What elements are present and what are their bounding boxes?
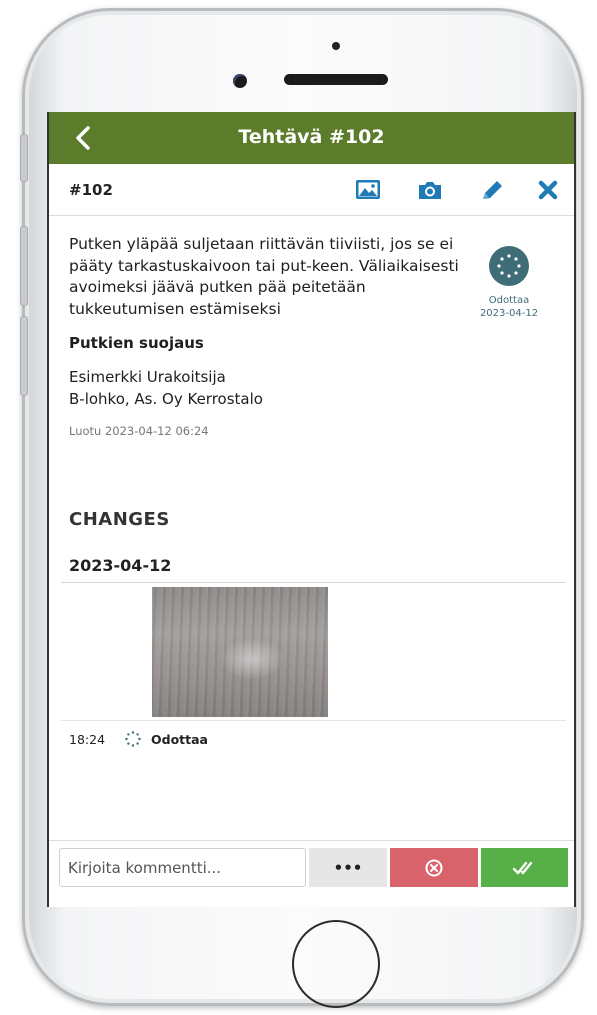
- pending-spinner-icon: [125, 731, 141, 747]
- page-title: Tehtävä #102: [238, 126, 385, 148]
- task-toolbar: #102: [49, 164, 574, 216]
- pencil-icon[interactable]: [479, 178, 505, 202]
- status-label: Odottaa: [488, 295, 530, 306]
- phone-speaker: [284, 74, 388, 85]
- approve-button[interactable]: [481, 848, 568, 887]
- close-icon[interactable]: [535, 178, 561, 202]
- status-badge: [489, 246, 529, 286]
- task-id-label: #102: [69, 181, 113, 199]
- contractor-name: Esimerkki Urakoitsija: [69, 368, 226, 386]
- phone-sensor-dot: [332, 42, 340, 50]
- double-check-icon: [512, 861, 532, 874]
- camera-icon[interactable]: [417, 178, 443, 202]
- divider: [61, 720, 566, 721]
- change-date: 2023-04-12: [69, 556, 172, 575]
- home-button[interactable]: [292, 920, 380, 1008]
- task-description: Putken yläpää suljetaan riittävän tiivii…: [69, 235, 459, 318]
- photo-detail: [222, 639, 282, 679]
- phone-volume-up: [20, 226, 28, 306]
- status-date: 2023-04-12: [479, 308, 539, 319]
- change-time: 18:24: [69, 732, 106, 747]
- reject-button[interactable]: [390, 848, 478, 887]
- task-category-title: Putkien suojaus: [69, 334, 204, 352]
- circle-x-icon: [425, 859, 443, 876]
- change-status: Odottaa: [151, 732, 208, 747]
- app-screen: Tehtävä #102 #102 Putken yläpää suljetaa…: [47, 112, 576, 907]
- image-icon[interactable]: [355, 178, 381, 202]
- divider: [61, 582, 566, 583]
- changes-heading: CHANGES: [69, 509, 170, 530]
- change-photo-thumbnail[interactable]: [152, 587, 328, 717]
- task-location: B-lohko, As. Oy Kerrostalo: [69, 390, 263, 408]
- front-camera-icon: [233, 74, 247, 88]
- phone-mute-switch: [20, 134, 28, 182]
- created-timestamp: Luotu 2023-04-12 06:24: [69, 424, 209, 438]
- more-options-button[interactable]: •••: [309, 848, 387, 887]
- phone-volume-down: [20, 316, 28, 396]
- comment-bar: •••: [49, 840, 574, 892]
- app-header: Tehtävä #102: [49, 112, 574, 164]
- pending-spinner-icon: [497, 254, 521, 278]
- comment-input[interactable]: [59, 848, 306, 887]
- status-text: Odottaa 2023-04-12: [479, 294, 539, 320]
